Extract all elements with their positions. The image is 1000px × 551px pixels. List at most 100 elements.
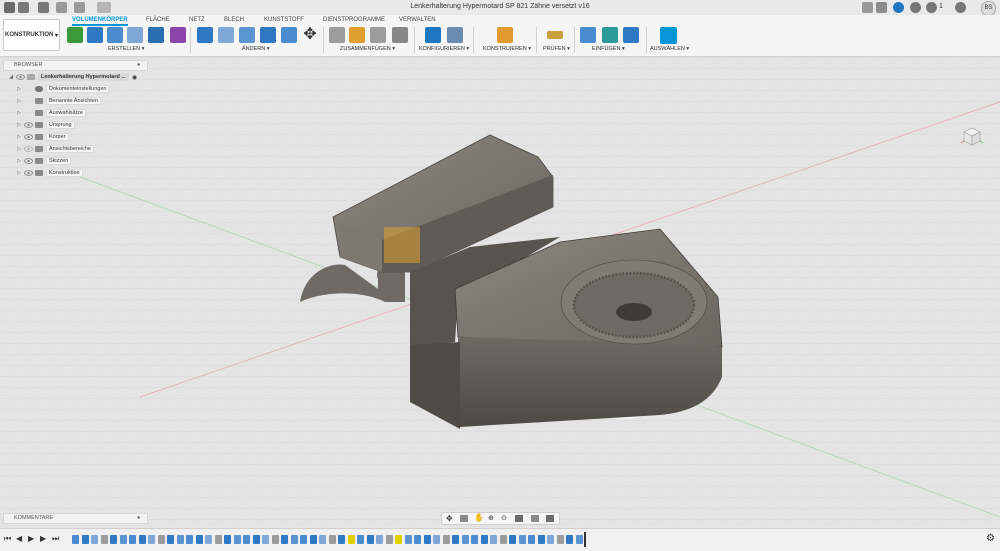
timeline-feature-icon[interactable] [347, 535, 355, 544]
canvas-icon[interactable] [623, 27, 639, 43]
chamfer-icon[interactable] [239, 27, 255, 43]
timeline-feature-icon[interactable] [518, 535, 526, 544]
new-sketch-icon[interactable] [67, 27, 83, 43]
group-inspect[interactable]: PRÜFEN ▾ [543, 46, 570, 52]
timeline-marker[interactable] [584, 532, 586, 547]
timeline-prev-icon[interactable]: ◀ [16, 534, 22, 543]
timeline-feature-icon[interactable] [385, 535, 393, 544]
tab-sheet-metal[interactable]: BLECH [224, 17, 244, 23]
timeline-feature-icon[interactable] [404, 535, 412, 544]
timeline-feature-icon[interactable] [195, 535, 203, 544]
browser-item-selection-sets[interactable]: ▷ Auswahlsätze [16, 109, 86, 117]
browser-item-sketches[interactable]: ▷ Skizzen [16, 157, 72, 165]
tab-mesh[interactable]: NETZ [189, 17, 205, 23]
timeline-settings-icon[interactable]: ⚙ [986, 533, 995, 544]
timeline-feature-icon[interactable] [186, 535, 193, 544]
browser-item-named-views[interactable]: ▷ Benannte Ansichten [16, 97, 101, 105]
grid-settings-icon[interactable] [531, 515, 539, 522]
timeline-feature-icon[interactable] [480, 535, 488, 544]
display-settings-icon[interactable] [515, 515, 523, 522]
expand-icon[interactable]: ▷ [16, 98, 22, 104]
expand-icon[interactable]: ▷ [16, 146, 22, 152]
timeline-feature-icon[interactable] [167, 535, 174, 544]
workspace-switcher[interactable]: KONSTRUKTION ▾ [3, 19, 60, 51]
notifications-icon[interactable] [926, 2, 937, 13]
timeline-feature-icon[interactable] [309, 535, 317, 544]
timeline-feature-icon[interactable] [528, 535, 535, 544]
timeline-feature-icon[interactable] [81, 535, 89, 544]
expand-icon[interactable]: ▷ [16, 86, 22, 92]
timeline-feature-icon[interactable] [281, 535, 288, 544]
timeline-feature-icon[interactable] [129, 535, 136, 544]
group-insert[interactable]: EINFÜGEN ▾ [592, 46, 625, 52]
hole-icon[interactable] [127, 27, 143, 43]
timeline-feature-icon[interactable] [376, 535, 383, 544]
timeline-feature-icon[interactable] [395, 535, 402, 544]
timeline-feature-icon[interactable] [91, 535, 98, 544]
press-pull-icon[interactable] [197, 27, 213, 43]
expand-icon[interactable]: ▷ [16, 122, 22, 128]
group-create[interactable]: ERSTELLEN ▾ [108, 46, 144, 52]
close-tab-icon[interactable] [862, 2, 873, 13]
tab-manage[interactable]: VERWALTEN [399, 17, 436, 23]
browser-item-document-settings[interactable]: ▷ Dokumenteinstellungen [16, 85, 110, 93]
as-built-joint-icon[interactable] [370, 27, 386, 43]
browser-item-construction[interactable]: ▷ Konstruktion [16, 169, 83, 177]
extrude-icon[interactable] [87, 27, 103, 43]
new-component-icon[interactable] [329, 27, 345, 43]
comments-panel-header[interactable]: KOMMENTARE ● [3, 513, 148, 524]
viewcube[interactable] [959, 123, 985, 149]
visibility-eye-icon[interactable] [24, 158, 33, 164]
job-status-icon[interactable] [910, 2, 921, 13]
timeline-feature-icon[interactable] [290, 535, 298, 544]
timeline-feature-icon[interactable] [357, 535, 364, 544]
move-icon[interactable]: ✥ [302, 27, 318, 43]
timeline-feature-icon[interactable] [300, 535, 307, 544]
new-tab-icon[interactable] [876, 2, 887, 13]
visibility-eye-icon[interactable] [24, 170, 33, 176]
group-assemble[interactable]: ZUSAMMENFÜGEN ▾ [340, 46, 395, 52]
timeline-feature-icon[interactable] [176, 535, 184, 544]
timeline-feature-icon[interactable] [366, 535, 374, 544]
timeline-feature-icon[interactable] [243, 535, 250, 544]
timeline-feature-icon[interactable] [262, 535, 269, 544]
timeline-feature-icon[interactable] [271, 535, 279, 544]
pan-icon[interactable]: ✋ [474, 513, 484, 522]
group-construct[interactable]: KONSTRUIEREN ▾ [483, 46, 531, 52]
timeline-feature-icon[interactable] [547, 535, 554, 544]
timeline-first-icon[interactable]: ⏮ [4, 534, 11, 544]
timeline-feature-icon[interactable] [110, 535, 117, 544]
form-icon[interactable] [170, 27, 186, 43]
change-parameters-icon[interactable] [425, 27, 441, 43]
timeline-feature-icon[interactable] [148, 535, 155, 544]
insert-mcmaster-icon[interactable] [602, 27, 618, 43]
timeline-feature-icon[interactable] [72, 535, 79, 544]
look-at-icon[interactable] [460, 515, 468, 522]
fillet-icon[interactable] [218, 27, 234, 43]
joint-origin-icon[interactable] [392, 27, 408, 43]
pattern-icon[interactable] [148, 27, 164, 43]
timeline-feature-icon[interactable] [328, 535, 336, 544]
timeline-feature-icon[interactable] [452, 535, 459, 544]
select-icon[interactable] [660, 27, 677, 44]
group-configure[interactable]: KONFIGURIEREN ▾ [419, 46, 469, 52]
browser-item-origin[interactable]: ▷ Ursprung [16, 121, 75, 129]
tab-surface[interactable]: FLÄCHE [146, 17, 170, 23]
expand-icon[interactable]: ▷ [16, 110, 22, 116]
visibility-eye-icon[interactable] [24, 146, 33, 152]
timeline-feature-icon[interactable] [575, 535, 583, 544]
timeline-feature-icon[interactable] [414, 535, 421, 544]
visibility-eye-icon[interactable] [16, 74, 25, 80]
timeline-feature-icon[interactable] [138, 535, 146, 544]
browser-panel-header[interactable]: BROWSER ● [3, 60, 148, 71]
timeline-feature-icon[interactable] [566, 535, 573, 544]
timeline-feature-icon[interactable] [490, 535, 497, 544]
configure-table-icon[interactable] [447, 27, 463, 43]
timeline-feature-icon[interactable] [433, 535, 440, 544]
orbit-icon[interactable]: ✥ [446, 514, 453, 523]
panel-pin-icon[interactable]: ● [137, 62, 140, 68]
group-select[interactable]: AUSWÄHLEN ▾ [650, 46, 689, 52]
visibility-eye-icon[interactable] [24, 122, 33, 128]
timeline-feature-icon[interactable] [423, 535, 431, 544]
expand-icon[interactable]: ▷ [16, 134, 22, 140]
